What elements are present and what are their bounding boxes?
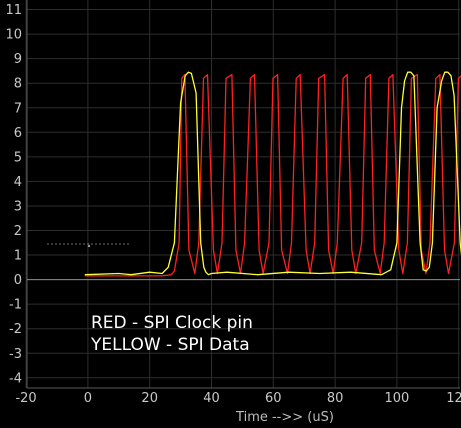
y-tick-label: 7	[14, 101, 22, 116]
y-tick-label: 1	[14, 249, 22, 264]
x-tick-label: 0	[84, 391, 92, 406]
chart-background	[0, 0, 461, 428]
x-axis-label: Time -->> (uS)	[235, 410, 334, 425]
y-tick-label: -4	[9, 371, 22, 386]
y-tick-label: -1	[9, 298, 22, 313]
x-tick-label: -20	[15, 391, 36, 406]
y-tick-label: 4	[14, 175, 22, 190]
cursor-marker-dot	[87, 244, 91, 248]
y-tick-label: 10	[5, 28, 22, 43]
y-tick-label: 6	[14, 126, 22, 141]
legend-annotation-yellow: YELLOW - SPI Data	[90, 335, 250, 355]
y-tick-label: -2	[9, 322, 22, 337]
x-tick-label: 40	[203, 391, 220, 406]
y-tick-label: 3	[14, 199, 22, 214]
y-tick-label: 11	[5, 3, 22, 18]
y-tick-label: 2	[14, 224, 22, 239]
x-tick-label: 100	[384, 391, 409, 406]
x-tick-label: 80	[327, 391, 344, 406]
x-tick-label: 20	[141, 391, 158, 406]
y-tick-label: -3	[9, 347, 22, 362]
y-tick-label: 5	[14, 150, 22, 165]
y-tick-label: 0	[14, 273, 22, 288]
oscilloscope-chart: -4 -3 -2 -1 0 1 2 3 4 5 6 7 8 9 10 11 -20 0 20 40 60 80 100 120…	[0, 0, 461, 428]
y-tick-label: 8	[14, 77, 22, 92]
legend-annotation-red: RED - SPI Clock pin	[91, 313, 253, 333]
x-tick-label: 120	[446, 391, 461, 406]
x-tick-label: 60	[265, 391, 282, 406]
y-tick-label: 9	[14, 52, 22, 67]
